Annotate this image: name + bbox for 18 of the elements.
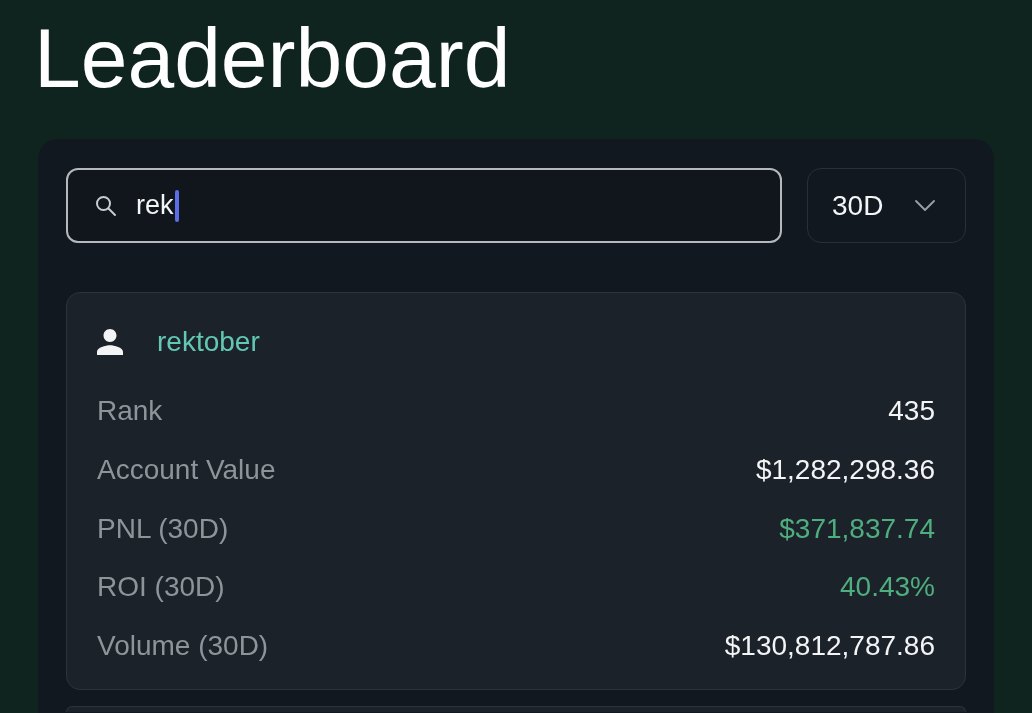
- stat-value: $130,812,787.86: [724, 632, 935, 661]
- chevron-down-icon: [915, 200, 935, 211]
- text-cursor-icon: [174, 189, 179, 222]
- stat-value: 435: [888, 397, 935, 426]
- stat-value: $1,282,298.36: [755, 456, 935, 485]
- stat-value: $371,837.74: [779, 514, 935, 543]
- search-field[interactable]: rek: [66, 168, 782, 243]
- stat-label: Volume (30D): [97, 632, 269, 661]
- stat-label: Rank: [97, 397, 163, 426]
- username-link[interactable]: rektober: [157, 328, 260, 356]
- stat-value: 40.43%: [840, 573, 935, 602]
- stat-label: PNL (30D): [97, 514, 229, 543]
- stat-label: ROI (30D): [97, 573, 225, 602]
- page-title: Leaderboard: [34, 16, 511, 100]
- period-select[interactable]: 30D: [807, 168, 966, 243]
- search-icon: [95, 194, 117, 217]
- stat-label: Account Value: [97, 456, 276, 485]
- person-icon: [97, 329, 123, 355]
